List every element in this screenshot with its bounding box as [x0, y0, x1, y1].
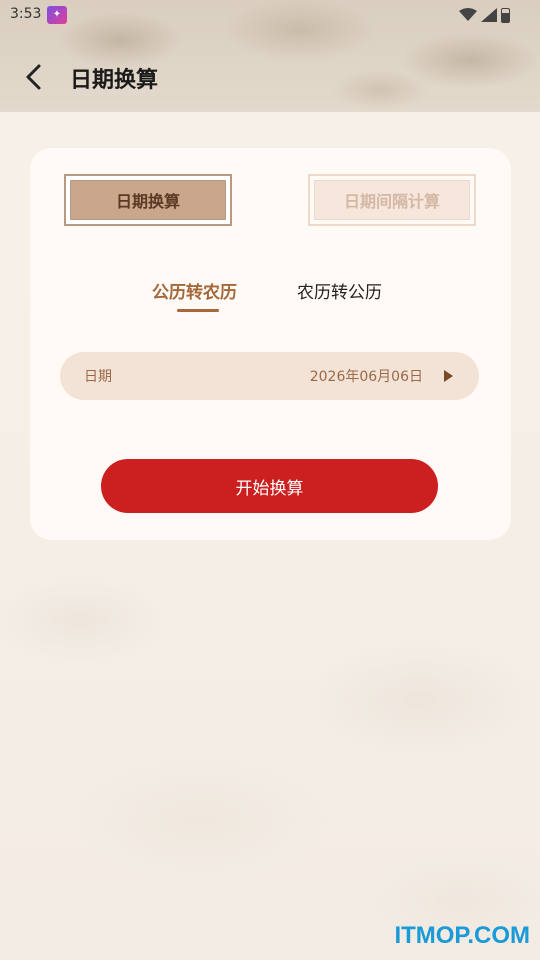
date-field-value: 2026年06月06日 [309, 369, 423, 385]
status-bar: 3:53 ✦ [0, 0, 540, 30]
status-time: 3:53 [10, 6, 42, 22]
header-banner: 3:53 ✦ 日期换算 [0, 0, 540, 112]
date-field-label: 日期 [84, 369, 112, 385]
nav-bar: 日期换算 [0, 50, 540, 106]
wifi-icon [459, 8, 477, 21]
battery-icon [501, 7, 510, 23]
chevron-left-icon[interactable] [20, 62, 50, 92]
tab-date-interval[interactable]: 日期间隔计算 [308, 174, 476, 226]
subtab-active-indicator [177, 309, 219, 312]
tab-date-convert-label: 日期换算 [115, 192, 180, 211]
converter-card: 日期换算 日期间隔计算 公历转农历 农历转公历 日期 2026年06月06日 开… [30, 148, 511, 540]
signal-icon [481, 8, 497, 22]
tab-date-convert[interactable]: 日期换算 [64, 174, 232, 226]
page-title: 日期换算 [70, 68, 159, 93]
start-convert-button[interactable]: 开始换算 [101, 459, 438, 513]
date-picker-field[interactable]: 日期 2026年06月06日 [60, 352, 479, 400]
play-arrow-icon [444, 370, 453, 382]
notification-app-icon: ✦ [47, 6, 67, 24]
tab-date-interval-label: 日期间隔计算 [343, 192, 440, 211]
watermark: ITMOP.COM [394, 922, 530, 949]
subtab-solar-to-lunar[interactable]: 公历转农历 [152, 278, 237, 306]
status-icons [459, 6, 510, 24]
subtab-lunar-to-solar[interactable]: 农历转公历 [297, 278, 382, 306]
